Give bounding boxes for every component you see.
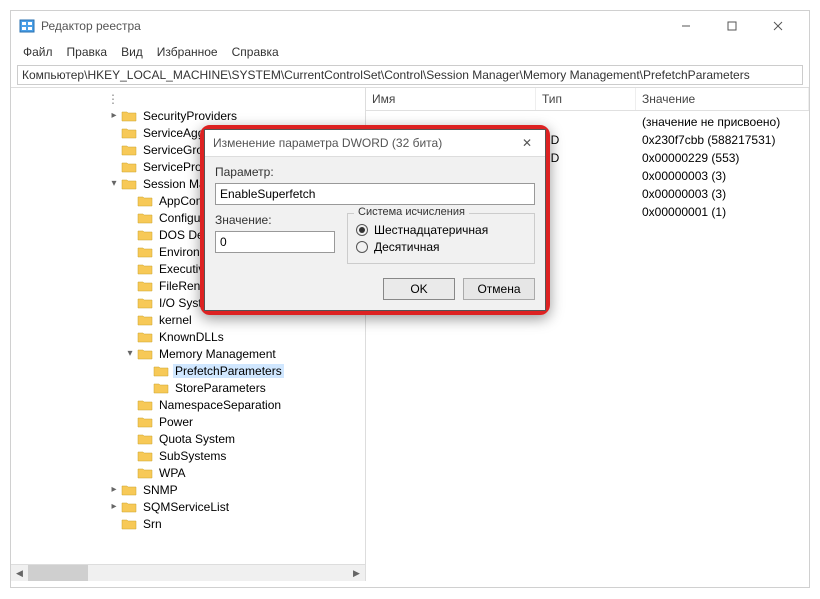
param-label: Параметр: [215,165,535,179]
scroll-right-icon[interactable]: ▶ [348,565,365,582]
regedit-icon [19,18,35,34]
twisty-icon[interactable]: ▾ [123,348,137,359]
tree-item[interactable]: ▸ SQMServiceList [11,498,365,515]
tree-item-label: StoreParameters [173,381,268,395]
twisty-icon[interactable]: ▾ [107,178,121,189]
value-input[interactable] [215,231,335,253]
tree-item[interactable]: KnownDLLs [11,328,365,345]
tree-item[interactable]: PrefetchParameters [11,362,365,379]
dialog-title: Изменение параметра DWORD (32 бита) [213,136,517,150]
tree-item[interactable]: StoreParameters [11,379,365,396]
col-type[interactable]: Тип [536,88,636,110]
tree-item-label: Memory Management [157,347,278,361]
tree-item[interactable]: ▸ SNMP [11,481,365,498]
titlebar: Редактор реестра [11,11,809,41]
tree-item-label: SQMServiceList [141,500,231,514]
window-title: Редактор реестра [41,19,663,33]
menu-view[interactable]: Вид [115,43,149,61]
radix-group-label: Система исчисления [354,206,469,218]
maximize-button[interactable] [709,11,755,41]
tree-item[interactable]: WPA [11,464,365,481]
menu-edit[interactable]: Правка [61,43,114,61]
tree-item-label: Quota System [157,432,237,446]
tree-item[interactable]: ▾ Memory Management [11,345,365,362]
tree-item-label: NamespaceSeparation [157,398,283,412]
cancel-button[interactable]: Отмена [463,278,535,300]
tree-item[interactable]: NamespaceSeparation [11,396,365,413]
radio-off-icon [356,241,368,253]
col-value[interactable]: Значение [636,88,809,110]
tree-item-label: SubSystems [157,449,228,463]
tree-hscroll[interactable]: ◀ ▶ [11,564,365,581]
menu-file[interactable]: Файл [17,43,59,61]
tree-item-label: SNMP [141,483,180,497]
col-name[interactable]: Имя [366,88,536,110]
ok-button[interactable]: OK [383,278,455,300]
value-label: Значение: [215,213,335,227]
twisty-icon[interactable]: ▸ [107,501,121,512]
radio-on-icon [356,224,368,236]
tree-item[interactable]: Power [11,413,365,430]
dialog-close-button[interactable]: ✕ [517,136,537,150]
minimize-button[interactable] [663,11,709,41]
tree-item[interactable]: SubSystems [11,447,365,464]
tree-item-label: Power [157,415,195,429]
dialog-titlebar[interactable]: Изменение параметра DWORD (32 бита) ✕ [205,130,545,156]
radio-hex[interactable]: Шестнадцатеричная [356,223,526,237]
tree-item[interactable]: Srn [11,515,365,532]
twisty-icon[interactable]: ▸ [107,484,121,495]
tree-item-label: SecurityProviders [141,109,239,123]
radio-dec[interactable]: Десятичная [356,240,526,254]
edit-dword-dialog: Изменение параметра DWORD (32 бита) ✕ Па… [200,125,550,315]
tree-item-label: PrefetchParameters [173,364,284,378]
tree-item-label: KnownDLLs [157,330,226,344]
address-bar[interactable]: Компьютер\HKEY_LOCAL_MACHINE\SYSTEM\Curr… [17,65,803,85]
param-input[interactable] [215,183,535,205]
tree-item-label: Srn [141,517,164,531]
menu-help[interactable]: Справка [226,43,285,61]
tree-item-label: WPA [157,466,187,480]
tree-item[interactable]: Quota System [11,430,365,447]
radix-group: Система исчисления Шестнадцатеричная Дес… [347,213,535,264]
twisty-icon[interactable]: ▸ [107,110,121,121]
tree-item-label: kernel [157,313,194,327]
scroll-left-icon[interactable]: ◀ [11,565,28,582]
menubar: Файл Правка Вид Избранное Справка [11,41,809,63]
menu-favorites[interactable]: Избранное [151,43,224,61]
list-header[interactable]: Имя Тип Значение [366,88,809,111]
close-button[interactable] [755,11,801,41]
tree-item[interactable]: ▸ SecurityProviders [11,107,365,124]
scroll-thumb[interactable] [28,565,88,581]
